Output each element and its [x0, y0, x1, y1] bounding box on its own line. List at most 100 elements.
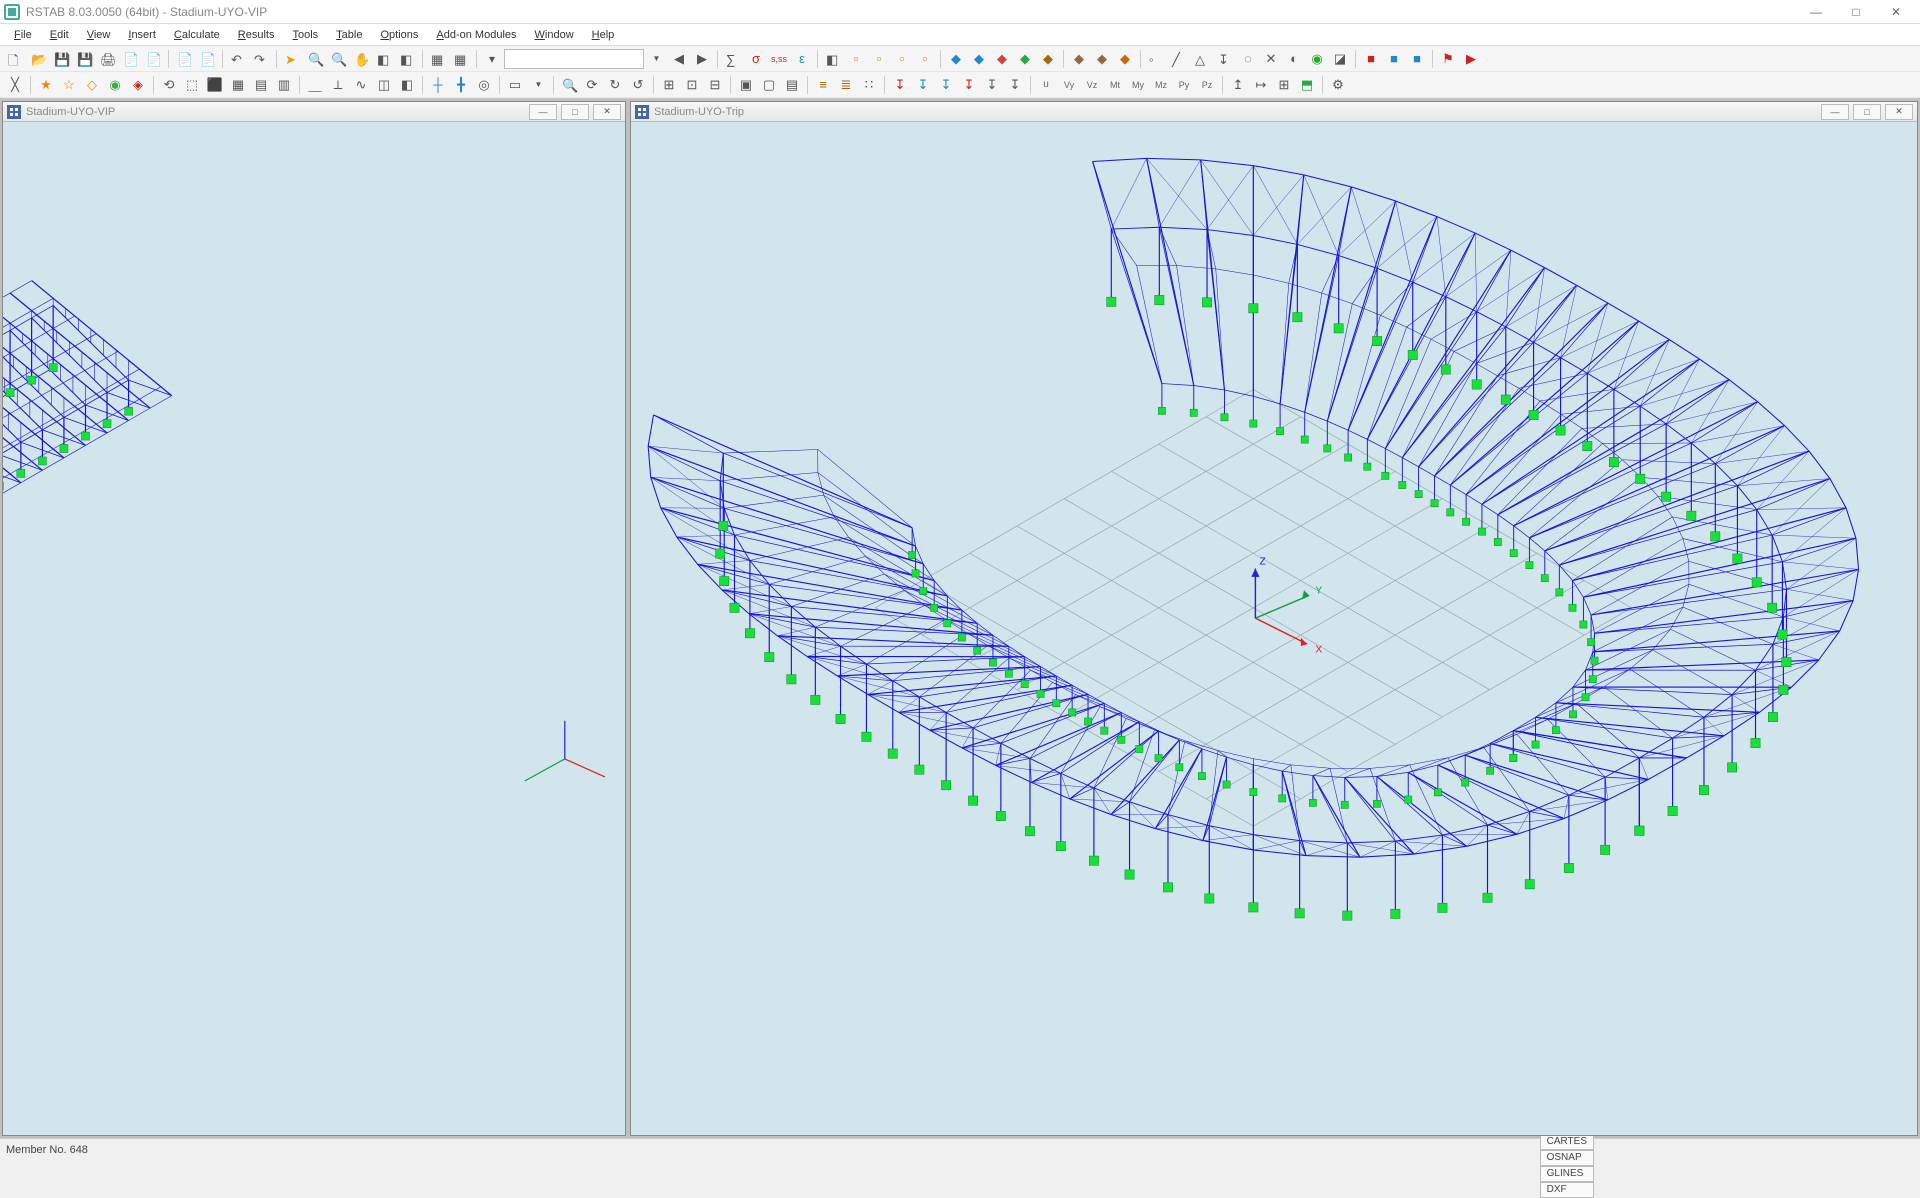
results-button[interactable]: σ	[745, 48, 767, 70]
open-button[interactable]	[27, 48, 49, 70]
select3-button[interactable]: ◇	[81, 74, 103, 96]
save-all-button[interactable]	[73, 48, 95, 70]
render-wire-button[interactable]: ╳	[4, 74, 26, 96]
snap2-button[interactable]: ⟂	[327, 74, 349, 96]
print-button[interactable]	[96, 48, 118, 70]
line-insert-button[interactable]	[1168, 48, 1190, 70]
dim1-button[interactable]: ⊞	[658, 74, 680, 96]
copy-button[interactable]	[173, 48, 195, 70]
menu-Table[interactable]: Table	[328, 27, 370, 43]
extra2-button[interactable]: ✕	[1260, 48, 1282, 70]
edit3-button[interactable]: ⬛	[204, 74, 226, 96]
mdi-close-button[interactable]: ✕	[593, 104, 621, 120]
navigator-button[interactable]	[450, 48, 472, 70]
paste-button[interactable]	[196, 48, 218, 70]
next-button[interactable]: ▶	[691, 48, 713, 70]
menu-Results[interactable]: Results	[230, 27, 283, 43]
model-gen-button[interactable]	[822, 48, 844, 70]
prev-button[interactable]: ◀	[668, 48, 690, 70]
calc-button[interactable]	[722, 48, 744, 70]
node-insert-button[interactable]	[1145, 48, 1167, 70]
lc-dropdown-button[interactable]: ▼	[645, 48, 667, 70]
disp3-button[interactable]: ∷	[858, 74, 880, 96]
res-mz-button[interactable]: Mz	[1150, 74, 1172, 96]
res-my-button[interactable]: My	[1127, 74, 1149, 96]
mdi-titlebar-vip[interactable]: Stadium-UYO-VIP — □ ✕	[3, 102, 625, 122]
res-mt-button[interactable]: Mt	[1104, 74, 1126, 96]
pan-button[interactable]	[350, 48, 372, 70]
mdi-close-button[interactable]: ✕	[1885, 104, 1913, 120]
res-vy-button[interactable]: Vy	[1058, 74, 1080, 96]
page-button[interactable]	[142, 48, 164, 70]
edit1-button[interactable]: ⟲	[158, 74, 180, 96]
ld5-button[interactable]: ↧	[981, 74, 1003, 96]
opt1-button[interactable]: ⚙	[1327, 74, 1349, 96]
ld6-button[interactable]: ↧	[1004, 74, 1026, 96]
res-pz-button[interactable]: Pz	[1196, 74, 1218, 96]
addon2-button[interactable]: ■	[1383, 48, 1405, 70]
viewport-trip[interactable]: X Y Z	[631, 122, 1917, 1135]
cs2-button[interactable]: ╋	[450, 74, 472, 96]
align2-button[interactable]: ↦	[1250, 74, 1272, 96]
shape1-button[interactable]: ▫	[845, 48, 867, 70]
maximize-button[interactable]: □	[1836, 1, 1876, 23]
extra1-button[interactable]: ◌	[1237, 48, 1259, 70]
edit5-button[interactable]: ▤	[250, 74, 272, 96]
module2-button[interactable]: ◆	[968, 48, 990, 70]
rot1-button[interactable]: ↻	[604, 74, 626, 96]
cs1-button[interactable]: ┼	[427, 74, 449, 96]
view1-button[interactable]: ▭	[504, 74, 526, 96]
ld2-button[interactable]: ↧	[912, 74, 934, 96]
select2-button[interactable]: ☆	[58, 74, 80, 96]
dim2-button[interactable]: ⊡	[681, 74, 703, 96]
addon1-button[interactable]: ■	[1360, 48, 1382, 70]
align3-button[interactable]: ⊞	[1273, 74, 1295, 96]
edit6-button[interactable]: ▥	[273, 74, 295, 96]
menu-Add-on Modules[interactable]: Add-on Modules	[428, 27, 524, 43]
table-button[interactable]	[427, 48, 449, 70]
snap5-button[interactable]: ◧	[396, 74, 418, 96]
extra5-button[interactable]: ◪	[1329, 48, 1351, 70]
prev-lc-button[interactable]: ▾	[481, 48, 503, 70]
selection-button[interactable]	[396, 48, 418, 70]
viewport-vip[interactable]	[3, 122, 625, 1135]
load-insert-button[interactable]	[1214, 48, 1236, 70]
align1-button[interactable]: ↥	[1227, 74, 1249, 96]
extra4-button[interactable]: ◉	[1306, 48, 1328, 70]
layer1-button[interactable]: ▣	[735, 74, 757, 96]
mdi-maximize-button[interactable]: □	[561, 104, 589, 120]
shape3-button[interactable]: ▫	[891, 48, 913, 70]
save-button[interactable]	[50, 48, 72, 70]
zoom-button[interactable]	[304, 48, 326, 70]
addon3-button[interactable]: ■	[1406, 48, 1428, 70]
loadcase-combo[interactable]	[504, 49, 644, 69]
results-alt-button[interactable]: ε	[791, 48, 813, 70]
edit2-button[interactable]: ⬚	[181, 74, 203, 96]
status-cell-osnap[interactable]: OSNAP	[1540, 1150, 1594, 1166]
view2-button[interactable]: ▼	[527, 74, 549, 96]
module5-button[interactable]: ◆	[1037, 48, 1059, 70]
module6-button[interactable]: ◆	[1068, 48, 1090, 70]
module4-button[interactable]: ◆	[1014, 48, 1036, 70]
edit4-button[interactable]: ▦	[227, 74, 249, 96]
close-button[interactable]: ✕	[1876, 1, 1916, 23]
module3-button[interactable]: ◆	[991, 48, 1013, 70]
redo-button[interactable]	[250, 48, 272, 70]
menu-Tools[interactable]: Tools	[284, 27, 326, 43]
menu-Options[interactable]: Options	[372, 27, 426, 43]
disp1-button[interactable]: ≡	[812, 74, 834, 96]
play-button[interactable]: ▶	[1460, 48, 1482, 70]
status-cell-glines[interactable]: GLINES	[1540, 1166, 1594, 1182]
res-u-button[interactable]: u	[1035, 74, 1057, 96]
ld4-button[interactable]: ↧	[958, 74, 980, 96]
flag-button[interactable]: ⚑	[1437, 48, 1459, 70]
dim3-button[interactable]: ⊟	[704, 74, 726, 96]
ld3-button[interactable]: ↧	[935, 74, 957, 96]
layer3-button[interactable]: ▤	[781, 74, 803, 96]
select4-button[interactable]: ◉	[104, 74, 126, 96]
undo-button[interactable]	[227, 48, 249, 70]
extra3-button[interactable]: ◐	[1283, 48, 1305, 70]
module7-button[interactable]: ◆	[1091, 48, 1113, 70]
pointer-button[interactable]	[281, 48, 303, 70]
report-button[interactable]	[119, 48, 141, 70]
